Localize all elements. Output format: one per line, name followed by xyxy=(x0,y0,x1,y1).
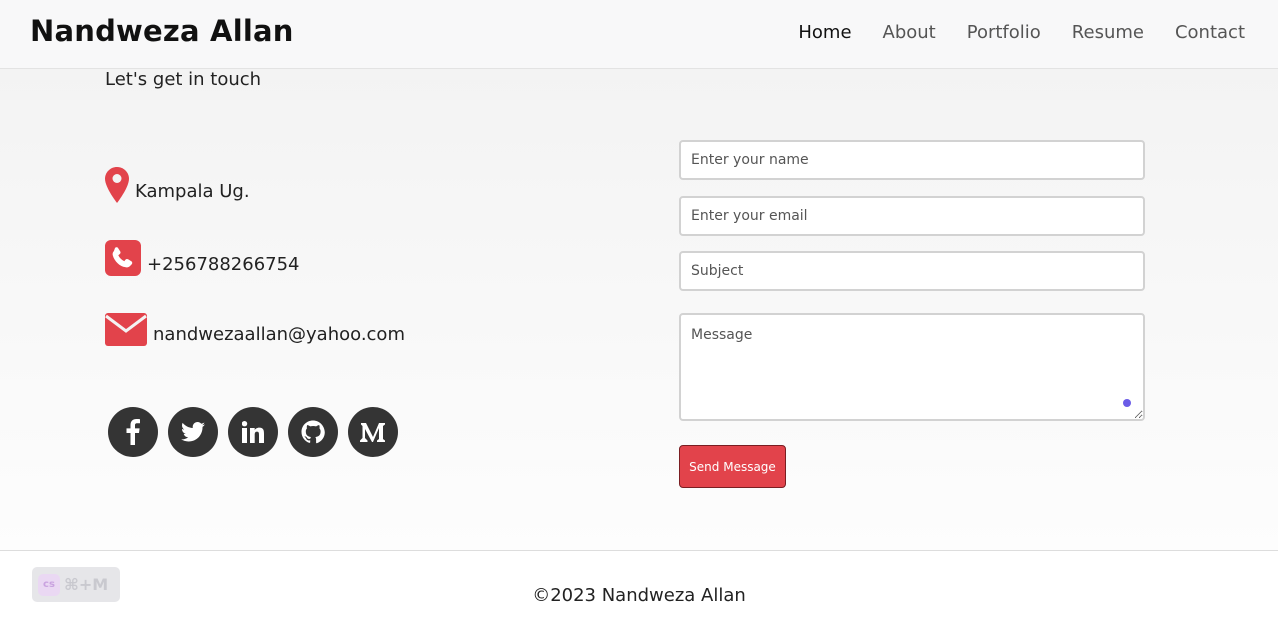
twitter-icon xyxy=(181,422,205,442)
github-link[interactable] xyxy=(288,407,338,457)
nav-home[interactable]: Home xyxy=(798,22,851,43)
section-heading: Let's get in touch xyxy=(105,69,262,90)
facebook-icon xyxy=(126,419,140,445)
email-item: nandwezaallan@yahoo.com xyxy=(105,313,405,346)
map-pin-icon xyxy=(105,167,129,203)
name-field[interactable] xyxy=(679,140,1145,180)
site-header: Nandweza Allan Home About Portfolio Resu… xyxy=(0,0,1278,69)
message-field[interactable] xyxy=(679,313,1145,421)
nav-portfolio[interactable]: Portfolio xyxy=(967,22,1041,43)
location-text: Kampala Ug. xyxy=(135,181,250,202)
linkedin-link[interactable] xyxy=(228,407,278,457)
email-field[interactable] xyxy=(679,196,1145,236)
medium-link[interactable] xyxy=(348,407,398,457)
email-text: nandwezaallan@yahoo.com xyxy=(153,324,405,345)
contact-section: Let's get in touch Kampala Ug. +25678826… xyxy=(0,69,1278,550)
facebook-link[interactable] xyxy=(108,407,158,457)
envelope-icon xyxy=(105,313,147,346)
main-nav: Home About Portfolio Resume Contact xyxy=(798,22,1245,43)
linkedin-icon xyxy=(242,421,264,443)
phone-icon xyxy=(105,240,141,276)
nav-resume[interactable]: Resume xyxy=(1072,22,1144,43)
nav-about[interactable]: About xyxy=(883,22,936,43)
site-footer: cs ⌘+M ©2023 Nandweza Allan xyxy=(0,550,1278,628)
grammar-dot-icon[interactable] xyxy=(1123,399,1131,407)
location-item: Kampala Ug. xyxy=(105,167,250,203)
nav-contact[interactable]: Contact xyxy=(1175,22,1245,43)
social-links xyxy=(108,407,398,457)
phone-text: +256788266754 xyxy=(147,254,300,275)
github-icon xyxy=(301,420,325,444)
brand-title[interactable]: Nandweza Allan xyxy=(30,14,294,48)
phone-item: +256788266754 xyxy=(105,240,300,276)
copyright-text: ©2023 Nandweza Allan xyxy=(532,585,746,606)
send-message-button[interactable]: Send Message xyxy=(679,445,786,488)
twitter-link[interactable] xyxy=(168,407,218,457)
medium-icon xyxy=(360,423,385,442)
subject-field[interactable] xyxy=(679,251,1145,291)
